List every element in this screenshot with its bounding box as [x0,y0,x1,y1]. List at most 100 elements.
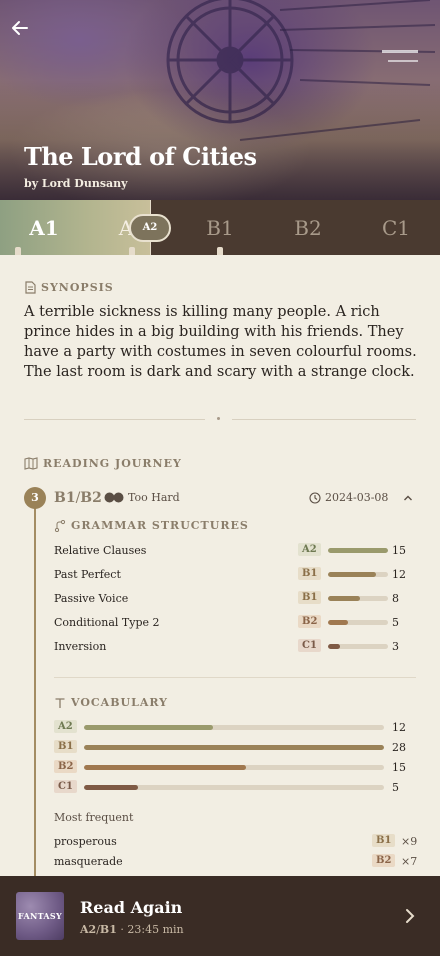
read-again-duration: · 23:45 min [120,923,184,936]
synopsis-text: A terrible sickness is killing many peop… [24,304,417,380]
grammar-row: Conditional Type 2 B2 5 [54,613,416,633]
grammar-name: Passive Voice [54,592,129,605]
grammar-bar-fill [328,548,388,553]
vocabulary-bar [84,785,384,790]
vocabulary-bar-fill [84,765,246,770]
grammar-name: Inversion [54,640,107,653]
tab-level-b2[interactable]: B2 [278,216,338,240]
vocabulary-count: 5 [392,781,399,794]
read-again-subtitle: A2/B1 · 23:45 min [80,923,184,936]
synopsis-header: SYNOPSIS [24,281,114,294]
document-icon [25,281,36,294]
journey-step-number: 3 [24,487,46,509]
section-divider [24,419,205,420]
grammar-header: GRAMMAR STRUCTURES [54,519,249,532]
vocabulary-row: A2 12 [54,718,416,738]
tab-level-a1[interactable]: A1 [14,216,74,240]
journey-label: READING JOURNEY [43,457,182,470]
vocabulary-row: B1 28 [54,738,416,758]
synopsis-label: SYNOPSIS [41,281,114,294]
grammar-count: 15 [392,544,406,557]
grammar-bar [328,644,388,649]
grammar-row: Past Perfect B1 12 [54,565,416,585]
clock-icon [309,491,321,504]
grammar-name: Past Perfect [54,568,121,581]
arrow-left-icon [12,21,28,35]
grammar-name: Relative Clauses [54,544,147,557]
read-again-bar[interactable]: FANTASY Read Again A2/B1 · 23:45 min [0,876,440,956]
book-title: The Lord of Cities [24,142,257,171]
level-badge: B1 [298,591,322,604]
level-badge: B1 [372,834,396,847]
grammar-count: 5 [392,616,399,629]
read-again-level-a: A2 [80,923,97,936]
frequent-word: masquerade [54,855,123,868]
grammar-bar-fill [328,572,376,577]
grammar-bar-fill [328,644,340,649]
grammar-label: GRAMMAR STRUCTURES [71,519,249,532]
frequent-word-row[interactable]: masquerade B2 ×7 [54,852,418,872]
level-marker [129,247,135,255]
map-icon [24,457,38,470]
tab-level-b1[interactable]: B1 [190,216,250,240]
entry-level-from: B1 [54,490,76,506]
vocabulary-row: C1 5 [54,778,416,798]
level-badge: A2 [54,720,77,733]
chevron-right-icon [406,909,415,923]
book-author: by Lord Dunsany [24,177,128,190]
grammar-bar [328,548,388,553]
word-frequency: ×9 [401,835,418,848]
level-badge: B2 [54,760,78,773]
vocabulary-bar [84,765,384,770]
journey-header: READING JOURNEY [24,457,182,470]
difficulty-indicator: Too Hard [104,491,180,504]
tab-level-c1[interactable]: C1 [366,216,426,240]
level-badge: B1 [54,740,78,753]
difficulty-icon [104,492,124,503]
vocabulary-bar-fill [84,725,213,730]
difficulty-label: Too Hard [128,491,180,504]
branch-icon [54,519,66,532]
entry-level-to: B2 [80,490,102,506]
grammar-bar [328,596,388,601]
collapse-button[interactable] [400,490,416,506]
word-frequency: ×7 [401,855,418,868]
vocabulary-bar-fill [84,745,384,750]
chevron-up-icon [404,495,412,501]
frequent-word-row[interactable]: prosperous B1 ×9 [54,832,418,852]
vocabulary-bar [84,745,384,750]
level-marker [15,247,21,255]
vocabulary-row: B2 15 [54,758,416,778]
text-icon [55,697,65,708]
read-again-button[interactable] [400,906,420,926]
journey-timeline [34,498,36,878]
level-badge: C1 [298,639,321,652]
frequent-word: prosperous [54,835,117,848]
most-frequent-label: Most frequent [54,811,134,824]
current-level-pill[interactable]: A2 [129,214,171,242]
grammar-count: 8 [392,592,399,605]
vocabulary-count: 12 [392,721,406,734]
section-divider [232,419,416,420]
back-button[interactable] [8,16,32,40]
entry-levels: B1/B2 [54,490,102,506]
read-again-title: Read Again [80,898,183,917]
grammar-bar [328,572,388,577]
level-badge: B1 [298,567,322,580]
vocabulary-bar [84,725,384,730]
grammar-bar [328,620,388,625]
vocabulary-count: 28 [392,741,406,754]
grammar-row: Passive Voice B1 8 [54,589,416,609]
vocabulary-label: VOCABULARY [71,696,169,709]
grammar-row: Relative Clauses A2 15 [54,541,416,561]
grammar-count: 12 [392,568,406,581]
vocabulary-count: 15 [392,761,406,774]
grammar-row: Inversion C1 3 [54,637,416,657]
level-badge: A2 [298,543,321,556]
read-again-level-b: B1 [99,923,117,936]
vocabulary-header: VOCABULARY [54,696,168,709]
grammar-vocab-divider [54,677,416,678]
level-badge: B2 [298,615,322,628]
level-marker [217,247,223,255]
level-selector[interactable]: A1 A B1 B2 C1 [0,200,440,255]
